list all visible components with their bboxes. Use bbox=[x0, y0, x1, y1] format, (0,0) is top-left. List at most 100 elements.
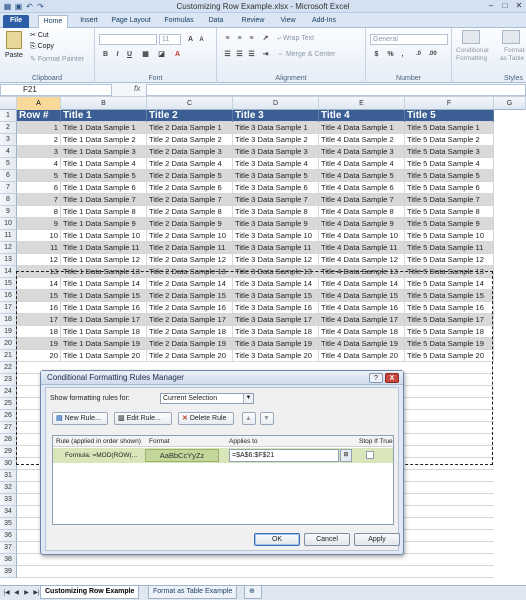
cell-row-number[interactable]: 7 bbox=[17, 194, 61, 206]
row-header[interactable]: 35 bbox=[0, 518, 17, 530]
row-header[interactable]: 34 bbox=[0, 506, 17, 518]
cell-title-1[interactable]: Title 1 Data Sample 2 bbox=[61, 134, 147, 146]
cell-title-2[interactable]: Title 2 Data Sample 11 bbox=[147, 242, 233, 254]
column-header-c[interactable]: C bbox=[147, 97, 233, 110]
indent-icon[interactable]: ⇥ bbox=[261, 50, 270, 59]
font-size-combo[interactable]: 11 bbox=[159, 34, 181, 45]
cell-row-number[interactable]: 10 bbox=[17, 230, 61, 242]
row-header[interactable]: 23 bbox=[0, 374, 17, 386]
row-header[interactable]: 21 bbox=[0, 350, 17, 362]
empty-row[interactable] bbox=[17, 566, 494, 578]
cell-row-number[interactable]: 6 bbox=[17, 182, 61, 194]
row-header[interactable]: 10 bbox=[0, 218, 17, 230]
name-box[interactable]: F21 bbox=[0, 84, 112, 96]
cell-title-5[interactable]: Title 5 Data Sample 17 bbox=[405, 314, 494, 326]
cell-title-3[interactable]: Title 3 Data Sample 7 bbox=[233, 194, 319, 206]
next-sheet-icon[interactable]: ▶ bbox=[22, 588, 31, 598]
as-table-label[interactable]: as Table bbox=[500, 55, 524, 62]
cell-title-4[interactable]: Title 4 Data Sample 12 bbox=[319, 254, 405, 266]
column-title[interactable]: Title 4 bbox=[319, 110, 405, 122]
sheet-tab-format-as-table[interactable]: Format as Table Example bbox=[148, 586, 238, 599]
cell-title-1[interactable]: Title 1 Data Sample 1 bbox=[61, 122, 147, 134]
cell-title-3[interactable]: Title 3 Data Sample 20 bbox=[233, 350, 319, 362]
cell-title-2[interactable]: Title 2 Data Sample 3 bbox=[147, 146, 233, 158]
row-header[interactable]: 28 bbox=[0, 434, 17, 446]
cell-title-2[interactable]: Title 2 Data Sample 19 bbox=[147, 338, 233, 350]
cell-title-1[interactable]: Title 1 Data Sample 3 bbox=[61, 146, 147, 158]
format-label[interactable]: Format bbox=[504, 47, 525, 54]
move-up-button[interactable]: ▲ bbox=[242, 412, 256, 425]
cell-title-2[interactable]: Title 2 Data Sample 20 bbox=[147, 350, 233, 362]
sheet-tab-customizing-row[interactable]: Customizing Row Example bbox=[40, 586, 140, 599]
cell-title-1[interactable]: Title 1 Data Sample 8 bbox=[61, 206, 147, 218]
cell-title-3[interactable]: Title 3 Data Sample 8 bbox=[233, 206, 319, 218]
align-center-icon[interactable]: ☰ bbox=[235, 50, 244, 59]
tab-view[interactable]: View bbox=[276, 15, 300, 28]
maximize-icon[interactable]: □ bbox=[498, 1, 512, 11]
cell-title-1[interactable]: Title 1 Data Sample 7 bbox=[61, 194, 147, 206]
paste-icon[interactable] bbox=[6, 31, 22, 49]
cut-button[interactable]: ✂ Cut bbox=[30, 31, 49, 39]
row-header[interactable]: 31 bbox=[0, 470, 17, 482]
row-header[interactable]: 33 bbox=[0, 494, 17, 506]
cell-title-2[interactable]: Title 2 Data Sample 10 bbox=[147, 230, 233, 242]
align-top-icon[interactable]: ≡ bbox=[223, 34, 232, 43]
align-left-icon[interactable]: ☰ bbox=[223, 50, 232, 59]
cell-title-2[interactable]: Title 2 Data Sample 2 bbox=[147, 134, 233, 146]
cell-title-5[interactable]: Title 5 Data Sample 6 bbox=[405, 182, 494, 194]
tab-add-ins[interactable]: Add-Ins bbox=[306, 15, 342, 28]
cell-title-1[interactable]: Title 1 Data Sample 15 bbox=[61, 290, 147, 302]
row-header[interactable]: 24 bbox=[0, 386, 17, 398]
column-header-b[interactable]: B bbox=[61, 97, 147, 110]
cell-row-number[interactable]: 19 bbox=[17, 338, 61, 350]
cell-title-2[interactable]: Title 2 Data Sample 13 bbox=[147, 266, 233, 278]
column-title[interactable]: Title 3 bbox=[233, 110, 319, 122]
row-header[interactable]: 2 bbox=[0, 122, 17, 134]
cell-title-5[interactable]: Title 5 Data Sample 12 bbox=[405, 254, 494, 266]
cell-row-number[interactable]: 15 bbox=[17, 290, 61, 302]
cell-title-5[interactable]: Title 5 Data Sample 19 bbox=[405, 338, 494, 350]
cell-title-1[interactable]: Title 1 Data Sample 16 bbox=[61, 302, 147, 314]
cell-row-number[interactable]: 4 bbox=[17, 158, 61, 170]
cell-title-1[interactable]: Title 1 Data Sample 14 bbox=[61, 278, 147, 290]
cell-title-5[interactable]: Title 5 Data Sample 13 bbox=[405, 266, 494, 278]
tab-insert[interactable]: Insert bbox=[74, 15, 104, 28]
cancel-button[interactable]: Cancel bbox=[304, 533, 350, 546]
cell-title-3[interactable]: Title 3 Data Sample 12 bbox=[233, 254, 319, 266]
cell-title-5[interactable]: Title 5 Data Sample 16 bbox=[405, 302, 494, 314]
cell-row-number[interactable]: 11 bbox=[17, 242, 61, 254]
cell-title-4[interactable]: Title 4 Data Sample 17 bbox=[319, 314, 405, 326]
tab-file[interactable]: File bbox=[3, 15, 29, 28]
decrease-decimal-icon[interactable]: .00 bbox=[428, 50, 437, 59]
cell-row-number[interactable]: 5 bbox=[17, 170, 61, 182]
row-header[interactable]: 7 bbox=[0, 182, 17, 194]
cell-title-2[interactable]: Title 2 Data Sample 8 bbox=[147, 206, 233, 218]
cell-title-5[interactable]: Title 5 Data Sample 1 bbox=[405, 122, 494, 134]
cell-title-3[interactable]: Title 3 Data Sample 2 bbox=[233, 134, 319, 146]
cell-title-1[interactable]: Title 1 Data Sample 6 bbox=[61, 182, 147, 194]
cell-title-2[interactable]: Title 2 Data Sample 4 bbox=[147, 158, 233, 170]
row-header[interactable]: 13 bbox=[0, 254, 17, 266]
cell-title-4[interactable]: Title 4 Data Sample 2 bbox=[319, 134, 405, 146]
ok-button[interactable]: OK bbox=[254, 533, 300, 546]
apply-button[interactable]: Apply bbox=[354, 533, 400, 546]
row-header[interactable]: 32 bbox=[0, 482, 17, 494]
row-header[interactable]: 30 bbox=[0, 458, 17, 470]
row-header[interactable]: 25 bbox=[0, 398, 17, 410]
copy-button[interactable]: ⎘ Copy bbox=[30, 43, 54, 51]
cell-title-4[interactable]: Title 4 Data Sample 5 bbox=[319, 170, 405, 182]
cell-title-4[interactable]: Title 4 Data Sample 18 bbox=[319, 326, 405, 338]
column-title[interactable]: Title 2 bbox=[147, 110, 233, 122]
grow-font-icon[interactable]: A bbox=[186, 35, 195, 44]
cell-title-2[interactable]: Title 2 Data Sample 18 bbox=[147, 326, 233, 338]
cell-row-number[interactable]: 9 bbox=[17, 218, 61, 230]
cell-title-2[interactable]: Title 2 Data Sample 6 bbox=[147, 182, 233, 194]
cell-title-3[interactable]: Title 3 Data Sample 14 bbox=[233, 278, 319, 290]
cell-row-number[interactable]: 3 bbox=[17, 146, 61, 158]
row-header[interactable]: 27 bbox=[0, 422, 17, 434]
comma-button[interactable]: , bbox=[398, 50, 407, 59]
cell-title-2[interactable]: Title 2 Data Sample 1 bbox=[147, 122, 233, 134]
cell-title-2[interactable]: Title 2 Data Sample 9 bbox=[147, 218, 233, 230]
align-middle-icon[interactable]: ≡ bbox=[235, 34, 244, 43]
cell-title-3[interactable]: Title 3 Data Sample 19 bbox=[233, 338, 319, 350]
